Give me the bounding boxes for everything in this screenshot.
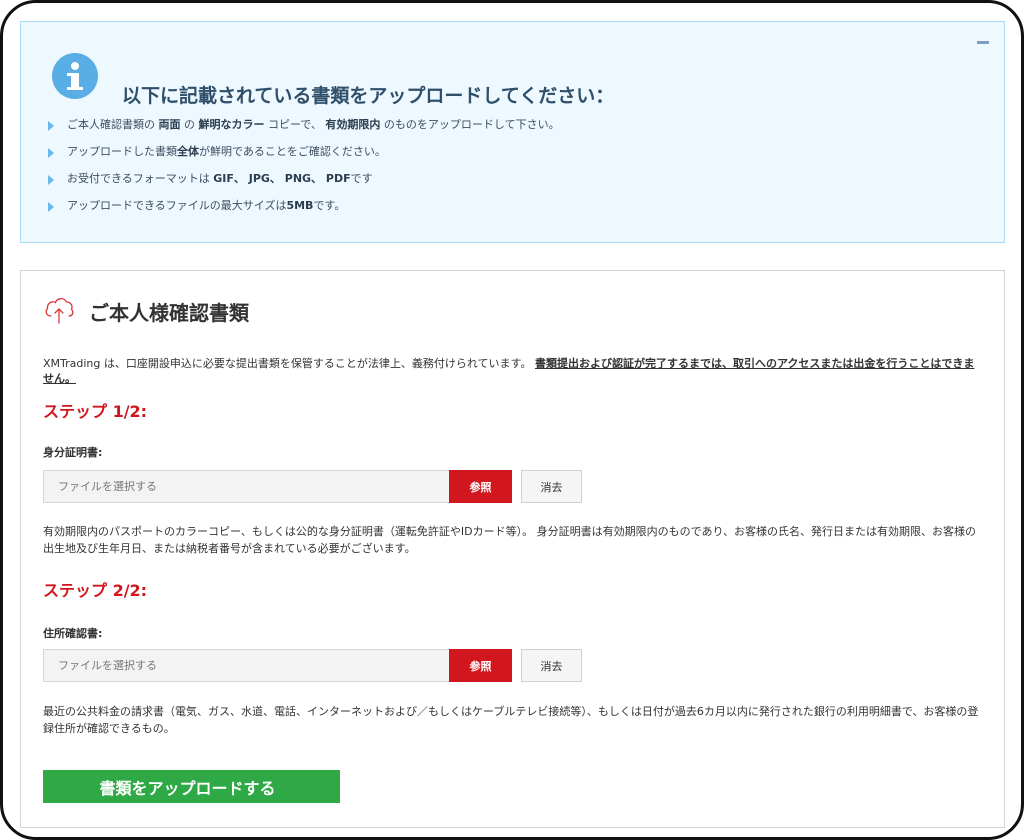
info-panel: 以下に記載されている書類をアップロードしてください： ご本人確認書類の 両面 の… <box>20 21 1005 243</box>
address-document-browse-button[interactable]: 参照 <box>449 649 512 682</box>
info-list-item: アップロードした書類全体が鮮明であることをご確認ください。 <box>48 141 560 168</box>
id-document-file-input[interactable] <box>43 470 449 503</box>
minus-icon <box>977 41 989 44</box>
section-title: ご本人様確認書類 <box>89 301 249 325</box>
upload-documents-button[interactable]: 書類をアップロードする <box>43 770 340 803</box>
collapse-button[interactable] <box>977 40 991 45</box>
info-list-item: ご本人確認書類の 両面 の 鮮明なカラー コピーで、 有効期限内 のものをアップ… <box>48 114 560 141</box>
address-document-clear-button[interactable]: 消去 <box>521 649 582 682</box>
id-document-label: 身分証明書: <box>43 446 103 459</box>
address-document-file-input[interactable] <box>43 649 449 682</box>
address-document-file-row: 参照 消去 <box>43 649 583 682</box>
address-document-label: 住所確認書: <box>43 627 103 640</box>
info-list-item: お受付できるフォーマットは GIF、 JPG、 PNG、 PDFです <box>48 168 560 195</box>
info-list-item: アップロードできるファイルの最大サイズは5MBです。 <box>48 195 560 222</box>
id-document-file-row: 参照 消去 <box>43 470 583 503</box>
triangle-right-icon <box>48 121 54 131</box>
cloud-upload-icon <box>45 298 74 324</box>
address-document-description: 最近の公共料金の請求書（電気、ガス、水道、電話、インターネットおよび／もしくはケ… <box>43 705 979 735</box>
id-document-clear-button[interactable]: 消去 <box>521 470 582 503</box>
step-1-title: ステップ 1/2: <box>43 402 148 421</box>
window-frame: 以下に記載されている書類をアップロードしてください： ご本人確認書類の 両面 の… <box>0 0 1024 840</box>
info-title: 以下に記載されている書類をアップロードしてください： <box>122 85 615 107</box>
triangle-right-icon <box>48 148 54 158</box>
info-list: ご本人確認書類の 両面 の 鮮明なカラー コピーで、 有効期限内 のものをアップ… <box>48 114 560 222</box>
triangle-right-icon <box>48 202 54 212</box>
intro-text: XMTrading は、口座開設申込に必要な提出書類を保管することが法律上、義務… <box>43 357 975 385</box>
triangle-right-icon <box>48 175 54 185</box>
step-2-title: ステップ 2/2: <box>43 581 148 600</box>
id-document-description: 有効期限内のパスポートのカラーコピー、もしくは公的な身分証明書（運転免許証やID… <box>43 525 977 555</box>
info-icon <box>52 53 98 99</box>
id-document-browse-button[interactable]: 参照 <box>449 470 512 503</box>
upload-panel: ご本人様確認書類 XMTrading は、口座開設申込に必要な提出書類を保管する… <box>20 270 1005 828</box>
